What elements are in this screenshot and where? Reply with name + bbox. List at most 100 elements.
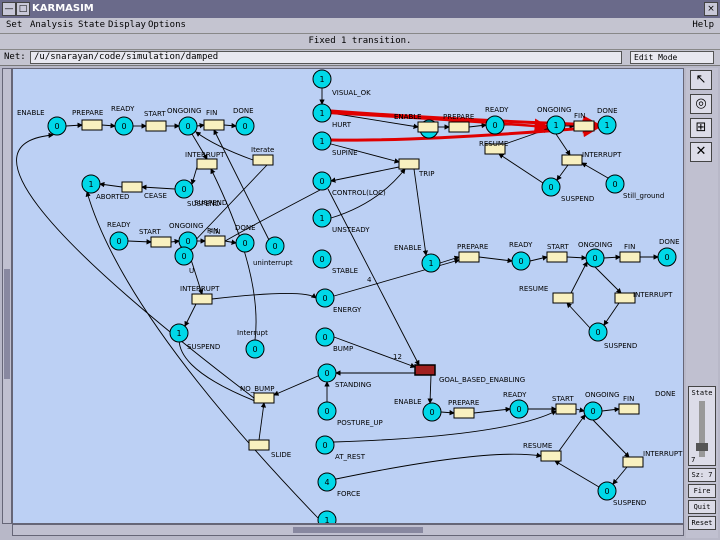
place-p21[interactable]: 0 [315,327,335,347]
slider-knob[interactable] [696,443,708,451]
transition-t12[interactable] [573,120,595,132]
transition-t6[interactable] [121,181,143,193]
pointer-icon[interactable]: ↖ [690,70,712,90]
place-p12[interactable]: 1 [169,323,189,343]
transition-box[interactable] [561,154,583,166]
petri-net-canvas[interactable]: 0000100000010111010000004100100100000000… [12,68,684,524]
place-p40[interactable]: 0 [597,481,617,501]
vertical-scroll-thumb[interactable] [4,269,10,379]
transition-t21[interactable] [414,364,436,376]
transition-t23[interactable] [555,403,577,415]
window-menu-button[interactable]: — [2,2,16,16]
place-p3[interactable]: 0 [178,116,198,136]
transition-t7[interactable] [150,236,172,248]
transition-box[interactable] [458,251,480,263]
place-p9[interactable]: 0 [235,233,255,253]
delete-icon[interactable]: ✕ [690,142,712,162]
transition-box[interactable] [573,120,595,132]
transition-box[interactable] [248,439,270,451]
place-p29[interactable]: 1 [546,115,566,135]
place-p25[interactable]: 4 [317,472,337,492]
minimize-button[interactable]: □ [16,2,30,16]
transition-box[interactable] [614,292,636,304]
transition-icon[interactable]: ⊞ [690,118,712,138]
place-p7[interactable]: 0 [109,231,129,251]
place-p5[interactable]: 1 [81,174,101,194]
transition-t20[interactable] [614,292,636,304]
transition-t2[interactable] [145,120,167,132]
place-p31[interactable]: 0 [605,174,625,194]
transition-box[interactable] [417,121,439,133]
transition-box[interactable] [398,158,420,170]
transition-box[interactable] [622,456,644,468]
transition-t4[interactable] [196,158,218,170]
place-p19[interactable]: 0 [312,249,332,269]
place-p18[interactable]: 1 [312,208,332,228]
transition-box[interactable] [196,158,218,170]
place-p22[interactable]: 0 [317,363,337,383]
horizontal-scroll-thumb[interactable] [293,527,423,533]
place-p6[interactable]: 0 [174,179,194,199]
transition-t26[interactable] [622,456,644,468]
place-p37[interactable]: 0 [422,402,442,422]
transition-t19[interactable] [552,292,574,304]
place-p26[interactable]: 1 [317,510,337,524]
place-p36[interactable]: 0 [588,322,608,342]
transition-box[interactable] [540,450,562,462]
petri-net-svg[interactable]: 0000100000010111010000004100100100000000… [13,69,684,524]
place-p15[interactable]: 1 [312,103,332,123]
place-p20[interactable]: 0 [315,288,335,308]
menu-analysis[interactable]: Analysis [30,20,73,30]
speed-slider[interactable]: State 7 [688,386,716,466]
transition-t25[interactable] [540,450,562,462]
place-p23[interactable]: 0 [317,401,337,421]
place-p35[interactable]: 0 [657,247,677,267]
transition-box[interactable] [81,119,103,131]
transition-box[interactable] [145,120,167,132]
transition-t9[interactable] [191,293,213,305]
transition-box[interactable] [191,293,213,305]
place-p4[interactable]: 0 [235,116,255,136]
place-p30[interactable]: 0 [541,177,561,197]
place-p33[interactable]: 0 [511,251,531,271]
fire-button[interactable]: Fire [688,484,716,498]
transition-t1[interactable] [81,119,103,131]
transition-box[interactable] [252,154,274,166]
transition-t16[interactable] [458,251,480,263]
transition-box[interactable] [204,235,226,247]
transition-box[interactable] [414,364,436,376]
transition-t8[interactable] [204,235,226,247]
transition-t11[interactable] [448,121,470,133]
quit-button[interactable]: Quit [688,500,716,514]
place-p34[interactable]: 0 [585,248,605,268]
transition-box[interactable] [448,121,470,133]
transition-t17[interactable] [546,251,568,263]
net-path-field[interactable]: /u/snarayan/code/simulation/damped [30,51,622,64]
menu-display[interactable]: Display [108,20,146,30]
transition-t28[interactable] [248,439,270,451]
transition-t27[interactable] [253,392,275,404]
close-button[interactable]: × [704,2,718,16]
place-p14[interactable]: 1 [312,69,332,89]
place-icon[interactable]: ◎ [690,94,712,114]
place-p41[interactable]: 1 [597,115,617,135]
transition-box[interactable] [150,236,172,248]
mode-indicator[interactable]: Edit Mode [630,51,714,64]
place-p13[interactable]: 0 [245,339,265,359]
place-p10[interactable]: 0 [265,236,285,256]
transition-t24[interactable] [618,403,640,415]
vertical-scrollbar[interactable] [2,68,12,524]
transition-t15[interactable] [398,158,420,170]
place-p38[interactable]: 0 [509,399,529,419]
place-p2[interactable]: 0 [114,116,134,136]
transition-t10[interactable] [417,121,439,133]
transition-t5[interactable] [252,154,274,166]
place-p32[interactable]: 1 [421,253,441,273]
place-p24[interactable]: 0 [315,435,335,455]
transition-box[interactable] [253,392,275,404]
menu-set[interactable]: Set [6,20,22,30]
place-p28[interactable]: 0 [485,115,505,135]
transition-t22[interactable] [453,407,475,419]
transition-box[interactable] [555,403,577,415]
transition-box[interactable] [619,251,641,263]
